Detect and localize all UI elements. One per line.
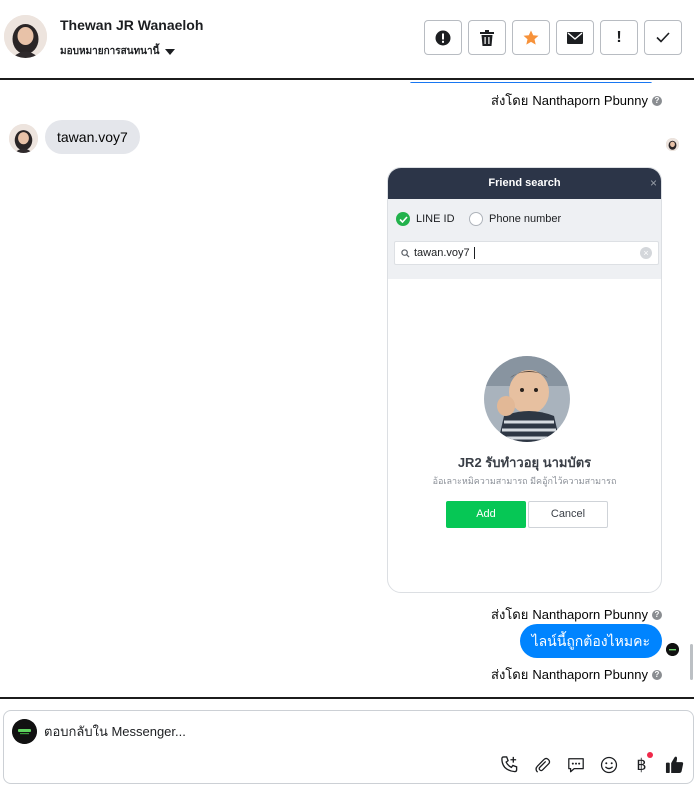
assign-label: มอบหมายการสนทนานี้ — [60, 46, 160, 57]
chevron-down-icon — [165, 48, 176, 55]
attach-button[interactable] — [532, 754, 553, 775]
envelope-icon — [567, 31, 583, 44]
profile-photo — [484, 356, 570, 442]
saved-reply-icon — [567, 757, 584, 772]
sent-by-prefix: ส่งโดย — [491, 93, 529, 108]
radio-checked-icon — [396, 212, 410, 226]
clear-icon: × — [640, 247, 652, 259]
conversation-header: Thewan JR Wanaeloh มอบหมายการสนทนานี้ ! — [0, 0, 694, 80]
reply-input[interactable] — [44, 720, 644, 742]
customer-message-bubble[interactable]: tawan.voy7 — [45, 120, 140, 154]
my-message-bubble[interactable]: ไลน์นี้ถูกต้องไหมคะ — [519, 624, 662, 658]
header-actions: ! — [424, 20, 682, 55]
exclamation-icon: ! — [616, 28, 622, 46]
search-options: LINE ID Phone number tawan.voy7 × — [388, 199, 661, 279]
option-phone-label: Phone number — [489, 213, 562, 225]
star-icon — [523, 30, 539, 45]
customer-avatar[interactable] — [9, 124, 38, 153]
inbox-conversation-page: Thewan JR Wanaeloh มอบหมายการสนทนานี้ ! — [0, 0, 694, 787]
check-icon — [656, 32, 670, 43]
text-cursor — [473, 247, 475, 259]
thread-scrollbar[interactable] — [690, 644, 693, 680]
emoji-button[interactable] — [598, 754, 619, 775]
like-button[interactable] — [664, 754, 685, 775]
sent-by-prefix: ส่งโดย — [491, 607, 529, 622]
sent-by-label: ส่งโดย Nanthaporn Pbunny ? — [491, 90, 662, 111]
option-phone: Phone number — [469, 212, 561, 226]
sender-name: Nanthaporn Pbunny — [532, 667, 648, 682]
done-button[interactable] — [644, 20, 682, 55]
friend-search-titlebar: Friend search × — [388, 168, 661, 199]
contact-name[interactable]: Thewan JR Wanaeloh — [60, 17, 203, 33]
option-line-id: LINE ID — [396, 212, 455, 226]
thumbs-up-icon — [665, 756, 684, 774]
add-friend-button: Add — [446, 501, 526, 528]
friend-search-field: tawan.voy7 × — [394, 241, 659, 265]
info-icon[interactable]: ? — [652, 669, 662, 680]
trash-icon — [480, 29, 494, 46]
payment-button[interactable]: ฿ — [631, 752, 653, 775]
mark-spam-button[interactable] — [424, 20, 462, 55]
search-icon — [401, 248, 410, 258]
notification-dot — [647, 752, 653, 758]
call-add-button[interactable] — [499, 754, 520, 775]
contact-avatar[interactable] — [4, 15, 47, 58]
emoji-icon — [600, 756, 617, 773]
info-icon[interactable]: ? — [652, 95, 662, 106]
sent-by-label: ส่งโดย Nanthaporn Pbunny ? — [491, 664, 662, 685]
message-thread[interactable]: ส่งโดย Nanthaporn Pbunny ? tawan.voy7 Fr… — [0, 82, 694, 697]
assign-conversation-dropdown[interactable]: มอบหมายการสนทนานี้ — [60, 44, 176, 59]
friend-search-title: Friend search — [488, 177, 561, 189]
info-icon[interactable]: ? — [652, 609, 662, 620]
previous-message-edge — [410, 82, 652, 83]
seen-avatar — [666, 138, 679, 151]
saved-reply-button[interactable] — [565, 754, 586, 775]
alert-circle-icon — [435, 30, 451, 45]
seen-page-avatar — [666, 643, 679, 656]
sent-by-prefix: ส่งโดย — [491, 667, 529, 682]
composer-divider — [0, 697, 694, 699]
option-line-id-label: LINE ID — [416, 213, 455, 225]
profile-name: JR2 รับทำวอยุ นามบัตร — [457, 455, 592, 470]
shared-image-attachment[interactable]: Friend search × LINE ID Phone number taw… — [387, 167, 662, 593]
page-avatar — [12, 719, 37, 744]
baht-icon: ฿ — [636, 756, 647, 774]
close-icon: × — [649, 176, 657, 190]
call-add-icon — [501, 756, 518, 773]
sent-by-label: ส่งโดย Nanthaporn Pbunny ? — [491, 604, 662, 625]
delete-button[interactable] — [468, 20, 506, 55]
reply-composer: ฿ — [3, 710, 694, 784]
friend-search-value: tawan.voy7 — [414, 247, 470, 259]
sender-name: Nanthaporn Pbunny — [532, 607, 648, 622]
follow-up-button[interactable]: ! — [600, 20, 638, 55]
cancel-button: Cancel — [528, 501, 608, 528]
star-button[interactable] — [512, 20, 550, 55]
mark-unread-button[interactable] — [556, 20, 594, 55]
composer-tools: ฿ — [499, 752, 685, 775]
sender-name: Nanthaporn Pbunny — [532, 93, 648, 108]
paperclip-icon — [534, 757, 550, 773]
radio-unchecked-icon — [469, 212, 483, 226]
profile-description: อ้อเลาะหมิความสามารถ มีคอู้กไว้ความสามาร… — [432, 476, 617, 486]
